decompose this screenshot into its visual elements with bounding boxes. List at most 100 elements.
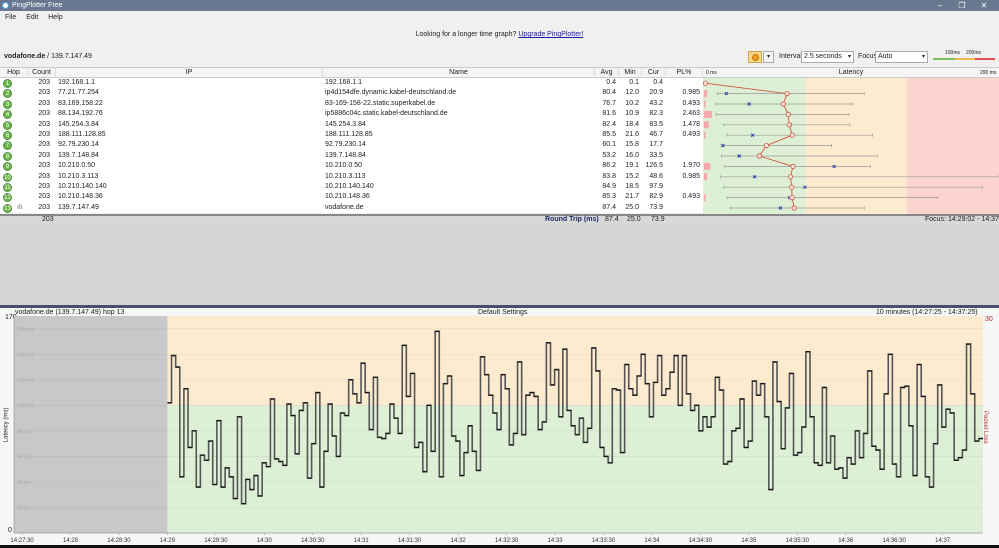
hop-ip: 139.7.147.49 [58, 203, 99, 211]
hop-min: 10.9 [625, 110, 639, 118]
hop-status-icon: 8 [3, 151, 12, 161]
y-tick-label: 20 ms [17, 505, 31, 511]
hop-status-icon: 6 [3, 131, 12, 140]
target-label: vodafone.de / 139.7.147.49 [4, 53, 92, 60]
hop-count: 203 [38, 120, 50, 128]
hop-count: 203 [38, 79, 50, 86]
hop-row[interactable]: 6 203 188.111.128.85 188.111.128.85 85.5 … [0, 130, 703, 141]
maximize-button[interactable]: ❐ [952, 0, 972, 11]
hop-min: 18.5 [625, 183, 639, 190]
hop-pl: 0.493 [682, 193, 700, 201]
hop-name: 92.79.230.14 [325, 141, 366, 149]
hop-avg: 76.7 [602, 99, 616, 107]
hop-name: 139.7.148.84 [325, 151, 366, 159]
legend-100ms: 100ms [945, 50, 961, 56]
hop-avg: 87.4 [602, 203, 616, 211]
menu-help[interactable]: Help [48, 12, 62, 24]
pause-button[interactable] [748, 51, 762, 63]
hop-status-icon: 3 [3, 99, 12, 109]
hop-name: vodafone.de [325, 203, 364, 211]
hop-row[interactable]: 13 ılı 203 139.7.147.49 vodafone.de 87.4 2… [0, 202, 703, 214]
hop-min: 25.0 [625, 203, 639, 211]
hop-status-icon: 12 [3, 193, 12, 203]
hop-status-icon: 5 [3, 120, 12, 130]
hop-min: 18.4 [625, 120, 639, 128]
close-button[interactable]: ✕ [974, 0, 994, 11]
x-tick-label: 14:30 [257, 538, 273, 544]
hop-pl: 0.985 [682, 89, 700, 97]
hop-row[interactable]: 7 203 92.79.230.14 92.79.230.14 60.1 15.8… [0, 140, 703, 151]
x-tick-label: 14:27:30 [10, 538, 34, 544]
legend-bar-green [933, 58, 955, 60]
y-tick-label: 120 ms [17, 378, 34, 384]
x-tick-label: 14:28:30 [107, 538, 131, 544]
y-tick-label: 80 ms [17, 429, 31, 435]
y-tick-label: 40 ms [17, 480, 31, 486]
hop-avg: 83.8 [602, 172, 616, 180]
zone-bad [907, 78, 999, 214]
hop-row[interactable]: 5 203 145.254.3.84 145.254.3.84 82.4 18.4… [0, 119, 703, 130]
hop-cur: 43.2 [649, 99, 663, 107]
hop-row[interactable]: 11 203 10.210.140.140 10.210.140.140 84.9… [0, 182, 703, 193]
hop-cur: 82.9 [649, 193, 663, 201]
hop-min: 0.1 [629, 79, 639, 86]
hop-row[interactable]: 12 203 10.210.148.36 10.210.148.36 85.3 2… [0, 192, 703, 203]
average-marker [784, 91, 790, 97]
y-tick-label: 100 ms [17, 403, 34, 409]
hop-min: 10.2 [625, 99, 639, 107]
packet-loss-bar [704, 131, 706, 139]
hop-ip: 145.254.3.84 [58, 120, 99, 128]
hop-status-icon: 9 [3, 162, 12, 172]
hop-pl: 0.493 [682, 99, 700, 107]
interval-select[interactable]: 2.5 seconds ▾ [801, 51, 854, 63]
hop-avg: 80.4 [602, 89, 616, 97]
x-tick-label: 14:36:30 [882, 538, 906, 544]
hop-ip: 192.168.1.1 [58, 79, 95, 86]
x-tick-label: 14:31:30 [398, 538, 422, 544]
hop-pl: 0.985 [682, 172, 700, 180]
average-marker [756, 153, 762, 159]
hop-cur: 83.5 [649, 120, 663, 128]
summary-cur: 73.9 [651, 216, 665, 223]
hop-name: 10.210.140.140 [325, 183, 374, 190]
hop-row[interactable]: 2 203 77.21.77.254 ip4d154dfe.dynamic.kab… [0, 88, 703, 99]
x-tick-label: 14:35:30 [786, 538, 810, 544]
hop-row[interactable]: 8 203 139.7.148.84 139.7.148.84 53.2 16.0… [0, 150, 703, 162]
menu-edit[interactable]: Edit [26, 12, 38, 24]
hop-row[interactable]: 10 203 10.210.3.113 10.210.3.113 83.8 15.… [0, 171, 703, 182]
hop-row[interactable]: 1 203 192.168.1.1 192.168.1.1 0.4 0.1 0.4 [0, 78, 703, 89]
focus-value: Auto [878, 53, 893, 60]
average-marker [791, 205, 797, 211]
hop-cur: 73.9 [649, 203, 663, 211]
x-tick-label: 14:28 [63, 538, 79, 544]
x-tick-label: 14:30:30 [301, 538, 325, 544]
hop-ip: 10.210.0.50 [58, 162, 95, 170]
hop-row[interactable]: 4 203 88.134.192.76 ip5886c04c.static.kab… [0, 109, 703, 120]
hop-min: 19.1 [625, 162, 639, 170]
hop-count: 203 [38, 99, 50, 107]
hop-row[interactable]: 9 203 10.210.0.50 10.210.0.50 86.2 19.1 1… [0, 161, 703, 172]
hop-count: 203 [38, 141, 50, 149]
average-marker [780, 101, 786, 107]
menu-file[interactable]: File [5, 12, 16, 24]
hop-count: 203 [38, 172, 50, 180]
chevron-down-icon: ▾ [847, 54, 851, 60]
hop-row[interactable]: 3 203 83.169.158.22 83-169-158-22.static.… [0, 98, 703, 110]
hop-min: 12.0 [625, 89, 639, 97]
average-marker [789, 195, 795, 201]
upgrade-link[interactable]: Upgrade PingPlotter! [518, 31, 583, 38]
summary-min: 25.0 [627, 216, 641, 223]
minimize-button[interactable]: – [930, 0, 950, 11]
y-tick-label: 60 ms [17, 454, 31, 460]
hop-cur: 17.7 [649, 141, 663, 149]
graph-icon[interactable]: ılı [17, 203, 22, 213]
empty-area [0, 224, 999, 305]
focus-select[interactable]: Auto ▾ [875, 51, 928, 63]
hop-avg: 60.1 [602, 141, 616, 149]
legend-bar-red [975, 58, 995, 60]
pause-dropdown-button[interactable]: ▾ [763, 51, 774, 63]
target-ip: / 139.7.147.49 [45, 53, 92, 60]
packet-loss-bar [704, 100, 706, 108]
hop-ip: 10.210.148.36 [58, 193, 103, 201]
window-title: PingPlotter Free [12, 2, 63, 9]
